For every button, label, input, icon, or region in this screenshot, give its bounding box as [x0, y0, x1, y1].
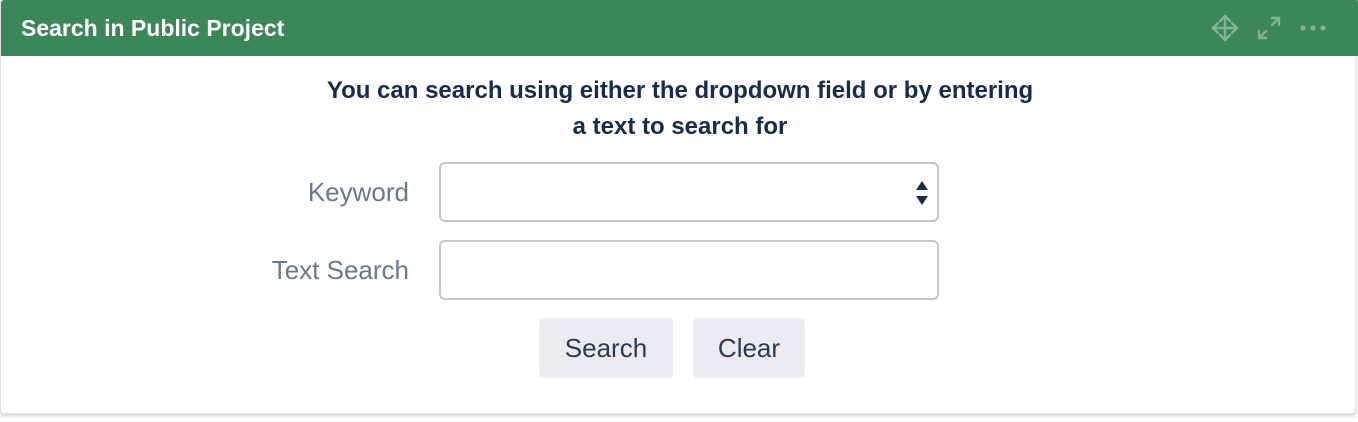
move-icon[interactable]: [1209, 12, 1241, 44]
search-panel: Search in Public Project You can search …: [0, 0, 1358, 414]
panel-title: Search in Public Project: [21, 15, 285, 41]
keyword-dropdown[interactable]: [439, 162, 939, 222]
search-instructions: You can search using either the dropdown…: [230, 73, 1130, 145]
clear-button[interactable]: Clear: [693, 318, 805, 378]
text-search-label: Text Search: [271, 255, 409, 285]
keyword-label: Keyword: [307, 177, 409, 207]
instructions-line-1: You can search using either the dropdown…: [326, 77, 1034, 104]
panel-header: Search in Public Project: [1, 0, 1358, 56]
instructions-line-2: a text to search for: [572, 113, 788, 140]
search-button[interactable]: Search: [539, 318, 673, 378]
more-icon[interactable]: [1297, 12, 1329, 44]
select-arrows-icon: [916, 181, 928, 205]
text-search-input[interactable]: [439, 240, 939, 300]
expand-icon[interactable]: [1253, 12, 1285, 44]
